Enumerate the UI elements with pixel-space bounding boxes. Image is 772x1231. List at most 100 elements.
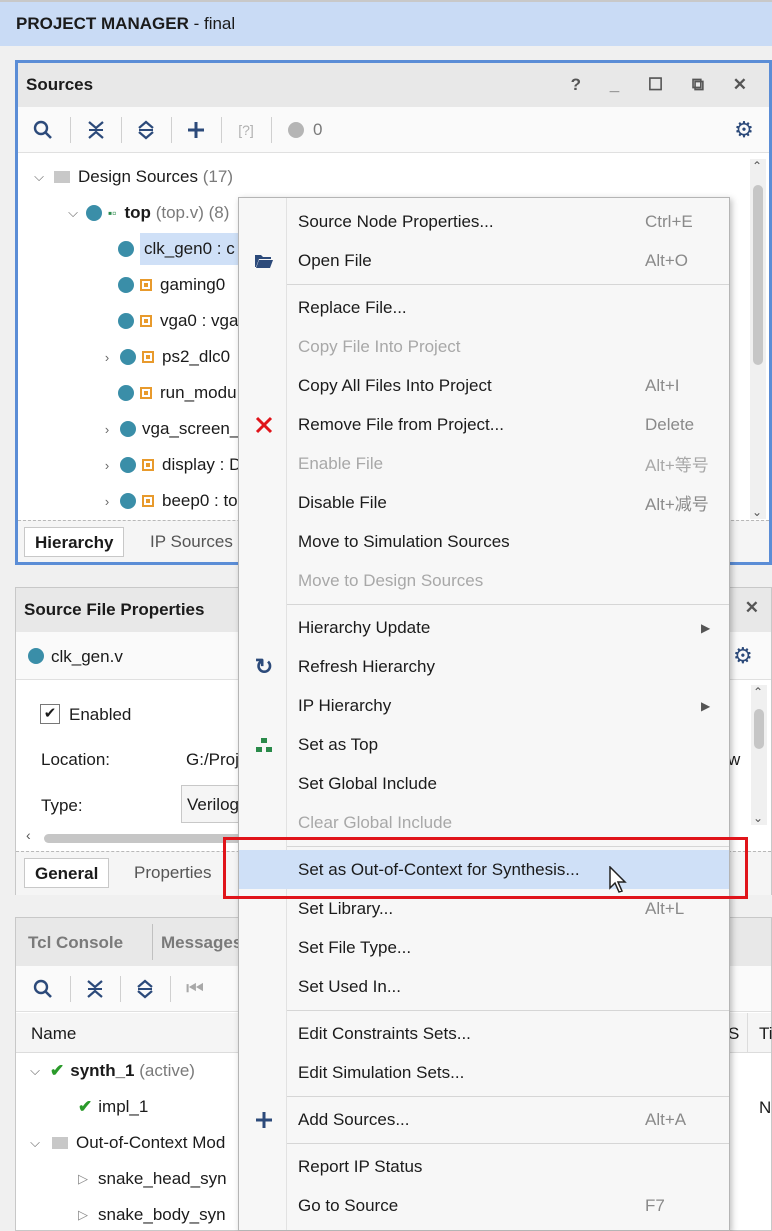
status-count: 0	[313, 120, 323, 139]
menu-item-source-node-properties[interactable]: Source Node Properties... Ctrl+E	[239, 202, 729, 241]
scroll-down-icon[interactable]: ⌄	[753, 811, 763, 825]
hierarchy-icon	[251, 732, 277, 758]
run-row-snake-body[interactable]: ▷ snake_body_syn	[78, 1197, 226, 1231]
menu-item-label: Report IP Status	[298, 1156, 423, 1176]
gear-icon[interactable]: ⚙	[733, 643, 753, 669]
chevron-down-icon[interactable]: ⌵	[64, 205, 82, 221]
chevron-right-icon[interactable]: ›	[98, 350, 116, 365]
run-row-synth[interactable]: ⌵ ✔ synth_1 (active)	[26, 1053, 195, 1089]
chevron-down-icon[interactable]: ⌵	[30, 169, 48, 185]
enabled-checkbox[interactable]: ✔	[40, 704, 60, 724]
tree-row-vga0[interactable]: vga0 : vga	[118, 303, 238, 339]
toolbar-separator	[120, 976, 121, 1002]
menu-item-replace-file[interactable]: Replace File...	[239, 288, 729, 327]
status-dot-icon	[120, 457, 136, 473]
close-icon[interactable]: ✕	[745, 598, 759, 618]
chevron-right-icon[interactable]: ›	[98, 494, 116, 509]
run-row-snake-head[interactable]: ▷ snake_head_syn	[78, 1161, 227, 1197]
collapse-all-icon[interactable]	[83, 117, 109, 143]
menu-item-go-to-source[interactable]: Go to Source F7	[239, 1186, 729, 1225]
tab-ip-sources[interactable]: IP Sources	[140, 527, 243, 557]
properties-scrollbar[interactable]: ⌃ ⌄	[751, 685, 767, 825]
tab-properties[interactable]: Properties	[124, 858, 221, 888]
tree-row-ps2-dlc0[interactable]: › ps2_dlc0	[98, 339, 230, 375]
enabled-label: Enabled	[69, 705, 132, 724]
menu-item-move-to-design[interactable]: Move to Design Sources	[239, 561, 729, 600]
toolbar-separator	[221, 117, 222, 143]
tree-row-display[interactable]: › display : D	[98, 447, 242, 483]
run-row-ooc[interactable]: ⌵ Out-of-Context Mod	[26, 1125, 225, 1161]
chevron-right-icon[interactable]: ›	[98, 422, 116, 437]
scroll-thumb[interactable]	[44, 834, 244, 843]
column-ti[interactable]: Ti	[759, 1024, 772, 1044]
tree-file: (top.v) (8)	[155, 203, 230, 222]
menu-item-edit-constraints-sets[interactable]: Edit Constraints Sets...	[239, 1014, 729, 1053]
column-name[interactable]: Name	[31, 1024, 76, 1044]
highlight-annotation-box	[223, 837, 748, 899]
chevron-down-icon[interactable]: ⌵	[26, 1135, 44, 1151]
tab-general[interactable]: General	[24, 858, 110, 888]
menu-item-label: Clear Global Include	[298, 812, 453, 832]
run-name: snake_head_syn	[98, 1169, 227, 1188]
tab-messages[interactable]: Messages	[161, 933, 242, 953]
menu-item-refresh-hierarchy[interactable]: ↻ Refresh Hierarchy	[239, 647, 729, 686]
play-outline-icon: ▷	[78, 1171, 88, 1186]
scroll-thumb[interactable]	[753, 185, 763, 365]
menu-item-set-file-type[interactable]: Set File Type...	[239, 928, 729, 967]
menu-item-ip-hierarchy[interactable]: IP Hierarchy ▶	[239, 686, 729, 725]
chevron-right-icon[interactable]: ›	[98, 458, 116, 473]
menu-item-open-file[interactable]: Open File Alt+O	[239, 241, 729, 280]
context-menu: Source Node Properties... Ctrl+E Open Fil…	[238, 197, 730, 1231]
menu-item-label: Set File Type...	[298, 937, 412, 957]
collapse-all-icon[interactable]	[82, 976, 108, 1002]
expand-all-icon[interactable]	[132, 976, 158, 1002]
project-manager-header: PROJECT MANAGER - final	[0, 0, 772, 46]
add-icon[interactable]	[183, 117, 209, 143]
menu-item-add-sources[interactable]: Add Sources... Alt+A	[239, 1100, 729, 1139]
menu-item-copy-file-into-project[interactable]: Copy File Into Project	[239, 327, 729, 366]
search-icon[interactable]	[30, 976, 56, 1002]
scroll-down-icon[interactable]: ⌄	[752, 505, 762, 519]
scroll-left-icon[interactable]: ‹	[26, 827, 31, 843]
menu-item-remove-file[interactable]: Remove File from Project... Delete	[239, 405, 729, 444]
unknown-file-icon[interactable]: [?]	[233, 117, 259, 143]
tree-row-design-sources[interactable]: ⌵ Design Sources (17)	[30, 159, 233, 195]
search-icon[interactable]	[30, 117, 56, 143]
gear-icon[interactable]: ⚙	[731, 117, 757, 143]
menu-item-move-to-simulation[interactable]: Move to Simulation Sources	[239, 522, 729, 561]
menu-item-shortcut: F7	[645, 1195, 665, 1215]
chevron-down-icon[interactable]: ⌵	[26, 1063, 44, 1079]
menu-item-report-ip-status[interactable]: Report IP Status	[239, 1147, 729, 1186]
status-dot-icon	[86, 205, 102, 221]
module-icon	[142, 459, 154, 471]
tree-row-vga-screen[interactable]: › vga_screen_	[98, 411, 240, 447]
tree-row-run-module[interactable]: run_modu	[118, 375, 237, 411]
toolbar-separator	[70, 117, 71, 143]
menu-item-set-used-in[interactable]: Set Used In...	[239, 967, 729, 1006]
tree-label: top	[124, 203, 151, 222]
menu-item-set-global-include[interactable]: Set Global Include	[239, 764, 729, 803]
tree-row-beep0[interactable]: › beep0 : to	[98, 483, 238, 519]
properties-title: Source File Properties	[24, 600, 205, 619]
menu-item-disable-file[interactable]: Disable File Alt+减号	[239, 483, 729, 522]
menu-item-set-as-top[interactable]: Set as Top	[239, 725, 729, 764]
menu-item-enable-file[interactable]: Enable File Alt+等号	[239, 444, 729, 483]
window-controls[interactable]: ? _ ☐ ⧉ ✕	[571, 75, 759, 95]
folder-icon	[52, 1137, 68, 1149]
expand-all-icon[interactable]	[133, 117, 159, 143]
column-divider	[747, 1013, 748, 1053]
tab-hierarchy[interactable]: Hierarchy	[24, 527, 125, 557]
tab-tcl-console[interactable]: Tcl Console	[28, 933, 123, 953]
tree-row-clk-gen0[interactable]: clk_gen0 : c	[118, 231, 239, 267]
tree-row-gaming0[interactable]: gaming0	[118, 267, 225, 303]
scroll-thumb[interactable]	[754, 709, 764, 749]
first-page-icon[interactable]: ⏮	[182, 976, 208, 1002]
scroll-up-icon[interactable]: ⌃	[752, 159, 762, 173]
run-row-impl[interactable]: ✔ impl_1	[78, 1089, 148, 1125]
menu-item-hierarchy-update[interactable]: Hierarchy Update ▶	[239, 608, 729, 647]
sources-scrollbar[interactable]: ⌃ ⌄	[750, 159, 766, 519]
tree-row-top[interactable]: ⌵ ▪▫ top (top.v) (8)	[64, 195, 229, 231]
scroll-up-icon[interactable]: ⌃	[753, 685, 763, 699]
menu-item-copy-all-files[interactable]: Copy All Files Into Project Alt+I	[239, 366, 729, 405]
menu-item-edit-simulation-sets[interactable]: Edit Simulation Sets...	[239, 1053, 729, 1092]
